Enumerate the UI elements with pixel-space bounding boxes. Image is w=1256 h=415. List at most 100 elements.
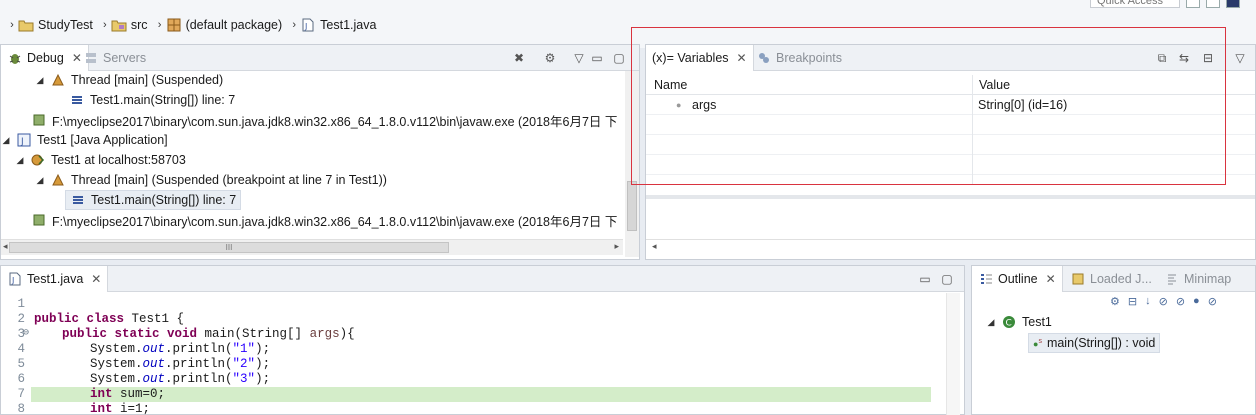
close-tab-icon[interactable]: ✕ xyxy=(1046,272,1056,286)
hide-non-public-icon[interactable]: ● xyxy=(1193,295,1200,308)
tree-process[interactable]: F:\myeclipse2017\binary\com.sun.java.jdk… xyxy=(31,110,617,130)
minimize-icon[interactable]: ▭ xyxy=(589,50,605,66)
breadcrumb-src[interactable]: src xyxy=(111,17,148,33)
chevron-right-icon: › xyxy=(103,19,107,31)
tab-debug[interactable]: Debug ✕ xyxy=(1,45,89,71)
expand-icon[interactable]: ◢ xyxy=(35,75,45,86)
tree-stack-frame-selected[interactable]: Test1.main(String[]) line: 7 xyxy=(65,190,242,210)
breadcrumb-file[interactable]: J Test1.java xyxy=(300,17,376,33)
thread-suspended-icon xyxy=(50,72,66,88)
scroll-left-icon[interactable]: ◂ xyxy=(3,241,8,252)
show-logical-structure-icon[interactable]: ⇆ xyxy=(1176,50,1192,66)
outline-class-node[interactable]: ◢ C Test1 xyxy=(986,312,1052,332)
scroll-right-icon[interactable]: ▸ xyxy=(614,241,619,252)
hide-fields-icon[interactable]: ⊘ xyxy=(1159,295,1168,308)
column-divider xyxy=(972,75,973,185)
show-type-names-icon[interactable]: ⧉ xyxy=(1154,50,1170,66)
breakpoints-icon xyxy=(756,50,772,66)
outline-view: Outline ✕ Loaded J... Minimap ⚙ ⊟ ↓ ⊘ ⊘ … xyxy=(971,265,1256,415)
tree-thread-main[interactable]: ◢ Thread [main] (Suspended) xyxy=(35,70,224,90)
expand-icon[interactable]: ◢ xyxy=(15,155,25,166)
java-app-icon: J xyxy=(16,132,32,148)
line-number: 4 xyxy=(17,342,25,356)
hide-local-types-icon[interactable]: ⊘ xyxy=(1208,295,1217,308)
debug-view: Debug ✕ Servers ✖ ⚙ ▽ ▭ ▢ ◢ Thread [main… xyxy=(0,44,640,260)
code-line: int i=1; xyxy=(90,402,151,415)
view-menu-icon[interactable]: ▽ xyxy=(571,50,587,66)
remove-terminated-icon[interactable]: ✖ xyxy=(511,50,527,66)
details-pane-divider[interactable] xyxy=(646,195,1255,199)
expand-icon[interactable]: ◢ xyxy=(986,317,996,328)
code-line: System.out.println("1"); xyxy=(90,342,271,356)
variables-view: (x)= Variables ✕ Breakpoints ⧉ ⇆ ⊟ ▽ Nam… xyxy=(645,44,1256,260)
svg-text:J: J xyxy=(11,276,14,285)
empty-row xyxy=(646,115,1255,135)
tree-thread-breakpoint[interactable]: ◢ Thread [main] (Suspended (breakpoint a… xyxy=(35,170,387,190)
debug-options-icon[interactable]: ⚙ xyxy=(1110,295,1120,308)
java-file-icon: J xyxy=(7,271,23,287)
tab-breakpoints[interactable]: Breakpoints xyxy=(750,45,848,71)
expand-icon[interactable]: ◢ xyxy=(1,135,11,146)
column-value[interactable]: Value xyxy=(972,75,1010,95)
view-menu-icon[interactable]: ▽ xyxy=(1232,50,1248,66)
close-tab-icon[interactable]: ✕ xyxy=(737,51,747,65)
collapse-all-icon[interactable]: ⊟ xyxy=(1200,50,1216,66)
debug-horizontal-scrollbar[interactable]: ◂ III ▸ xyxy=(1,239,623,255)
tab-loaded-jars[interactable]: Loaded J... xyxy=(1064,266,1158,292)
stack-frame-icon xyxy=(70,192,86,208)
local-variable-icon: ● xyxy=(676,100,682,110)
outline-icon xyxy=(978,271,994,287)
tab-test1-java[interactable]: J Test1.java ✕ xyxy=(1,266,109,292)
debug-options-icon[interactable]: ⚙ xyxy=(542,50,558,66)
fold-icon[interactable]: ⊖ xyxy=(23,327,29,339)
tree-launch[interactable]: ◢ J Test1 [Java Application] xyxy=(1,130,168,150)
breadcrumb-package[interactable]: (default package) xyxy=(166,17,282,33)
hide-static-icon[interactable]: ⊘ xyxy=(1176,295,1185,308)
column-name[interactable]: Name xyxy=(648,75,972,95)
tab-minimap[interactable]: Minimap xyxy=(1158,266,1237,292)
public-static-method-icon: ●s xyxy=(1033,337,1042,349)
tree-stack-frame[interactable]: Test1.main(String[]) line: 7 xyxy=(69,90,235,110)
empty-row xyxy=(646,155,1255,175)
java-file-icon: J xyxy=(300,17,316,33)
perspective-button[interactable] xyxy=(1206,0,1220,8)
maximize-icon[interactable]: ▢ xyxy=(939,271,955,287)
line-number: 2 xyxy=(17,312,25,326)
variables-table-header: Name Value xyxy=(646,75,1255,95)
maximize-icon[interactable]: ▢ xyxy=(611,50,627,66)
scroll-left-icon[interactable]: ◂ xyxy=(652,241,657,252)
breadcrumb-project[interactable]: StudyTest xyxy=(18,17,93,33)
perspective-button[interactable] xyxy=(1186,0,1200,8)
variable-row[interactable]: ● args String[0] (id=16) xyxy=(646,95,1255,115)
variables-horizontal-scrollbar[interactable]: ◂ xyxy=(646,239,1255,255)
line-number: 8 xyxy=(17,402,25,415)
svg-text:J: J xyxy=(304,22,307,31)
debug-perspective-button[interactable] xyxy=(1226,0,1240,8)
code-area[interactable]: 1 2 3 ⊖ 4 5 6 7 8 public class Test1 { p… xyxy=(1,293,931,415)
sort-icon[interactable]: ↓ xyxy=(1145,295,1151,308)
quick-access-input[interactable]: Quick Access xyxy=(1090,0,1180,8)
tab-outline[interactable]: Outline ✕ xyxy=(972,266,1063,292)
scroll-thumb[interactable]: III xyxy=(9,242,449,253)
close-tab-icon[interactable]: ✕ xyxy=(91,272,101,286)
code-line: System.out.println("2"); xyxy=(90,357,271,371)
line-number: 5 xyxy=(17,357,25,371)
outline-method-node[interactable]: ●s main(String[]) : void xyxy=(1028,333,1161,353)
variable-name: args xyxy=(692,98,717,112)
tree-target[interactable]: ◢ Test1 at localhost:58703 xyxy=(15,150,186,170)
minimap-icon xyxy=(1164,271,1180,287)
editor-tabbar: J Test1.java ✕ ▭ ▢ xyxy=(1,266,964,292)
tab-variables[interactable]: (x)= Variables ✕ xyxy=(646,45,754,71)
tab-servers[interactable]: Servers xyxy=(77,45,152,71)
scroll-thumb[interactable] xyxy=(627,181,637,231)
collapse-all-icon[interactable]: ⊟ xyxy=(1128,295,1137,308)
source-folder-icon xyxy=(111,17,127,33)
variable-value: String[0] (id=16) xyxy=(978,98,1068,112)
minimize-icon[interactable]: ▭ xyxy=(917,271,933,287)
editor-vertical-scrollbar[interactable] xyxy=(946,293,960,415)
tree-process[interactable]: F:\myeclipse2017\binary\com.sun.java.jdk… xyxy=(31,210,617,230)
chevron-right-icon: › xyxy=(292,19,296,31)
expand-icon[interactable]: ◢ xyxy=(35,175,45,186)
variables-tabbar: (x)= Variables ✕ Breakpoints ⧉ ⇆ ⊟ ▽ xyxy=(646,45,1255,71)
debug-vertical-scrollbar[interactable] xyxy=(625,71,639,257)
